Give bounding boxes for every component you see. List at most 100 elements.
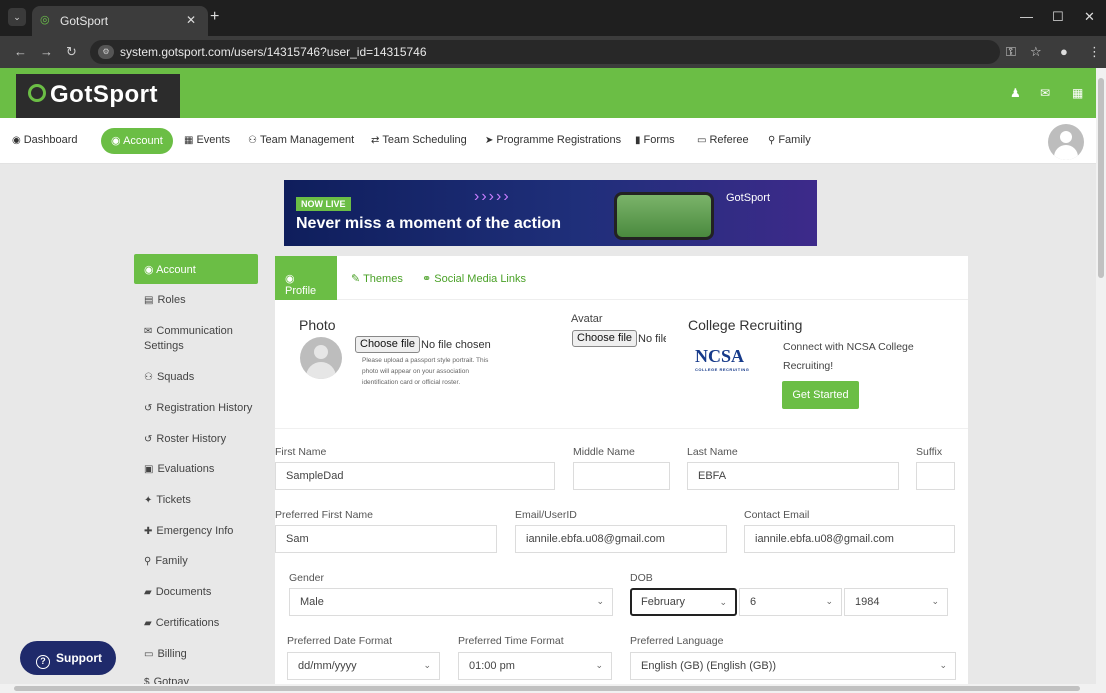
time-format-value: 01:00 pm: [469, 660, 515, 672]
avatar-choose-file-button[interactable]: Choose file: [572, 330, 638, 347]
sidebar-item-evaluations[interactable]: ▣ Evaluations: [144, 462, 214, 477]
file-icon: ▮: [635, 135, 641, 146]
email-input[interactable]: iannile.ebfa.u08@gmail.com: [515, 525, 727, 553]
gender-select[interactable]: Male ⌄: [289, 588, 613, 616]
banner-headline: Never miss a moment of the action: [296, 215, 561, 232]
tab-search-icon[interactable]: ⌄: [8, 8, 26, 26]
sidebar-item-emergency-info[interactable]: ✚ Emergency Info: [144, 524, 233, 539]
vertical-scroll-thumb[interactable]: [1098, 78, 1104, 278]
photo-placeholder: [300, 337, 342, 379]
close-tab-icon[interactable]: ✕: [186, 13, 196, 27]
banner-badge: NOW LIVE: [296, 197, 351, 211]
ncsa-logo: NCSA COLLEGE RECRUITING: [695, 346, 749, 372]
tab-profile[interactable]: ◉ Profile: [275, 256, 337, 300]
sidebar-item-registration-history[interactable]: ↺ Registration History: [144, 401, 252, 416]
date-format-select[interactable]: dd/mm/yyyy ⌄: [287, 652, 440, 680]
nav-dashboard[interactable]: ◉ Dashboard: [12, 134, 78, 146]
profile-icon[interactable]: ●: [1060, 44, 1068, 59]
family-tree-icon: ⚲: [144, 556, 152, 567]
contact-email-label: Contact Email: [744, 509, 810, 521]
back-icon[interactable]: ←: [14, 44, 27, 59]
new-tab-icon[interactable]: +: [210, 8, 219, 26]
middle-name-input[interactable]: [573, 462, 670, 490]
sidebar-item-communication[interactable]: ✉ Communication Settings: [144, 324, 254, 353]
nav-forms[interactable]: ▮ Forms: [635, 134, 675, 146]
nav-events[interactable]: ▦ Events: [184, 134, 230, 146]
maximize-icon[interactable]: ☐: [1052, 9, 1064, 25]
calendar-referee-icon: ▭: [697, 135, 707, 146]
photo-body: [306, 362, 336, 379]
user-avatar[interactable]: [1048, 124, 1084, 160]
chevron-down-icon: ⌄: [595, 660, 603, 670]
horizontal-scrollbar[interactable]: [0, 684, 1096, 693]
browser-menu-icon[interactable]: ⋮: [1088, 44, 1101, 60]
chevron-down-icon: ⌄: [596, 596, 604, 606]
photo-choose-file-button[interactable]: Choose file: [355, 336, 421, 353]
chevron-down-icon: ⌄: [939, 660, 947, 670]
tab-social-media-links[interactable]: ⚭ Social Media Links: [422, 272, 526, 285]
apps-grid-icon[interactable]: ▦: [1072, 86, 1083, 100]
browser-tab[interactable]: ◎ GotSport ✕: [32, 6, 208, 36]
horizontal-scroll-thumb[interactable]: [14, 686, 1080, 691]
sidebar-item-squads[interactable]: ⚇ Squads: [144, 370, 194, 385]
first-name-label: First Name: [275, 446, 327, 458]
nav-account[interactable]: ◉ Account: [101, 128, 173, 154]
sidebar-item-family[interactable]: ⚲ Family: [144, 554, 188, 569]
mail-icon[interactable]: ✉: [1040, 86, 1050, 100]
question-icon: ?: [36, 655, 50, 669]
nav-team-scheduling[interactable]: ⇄ Team Scheduling: [371, 134, 467, 146]
sidebar-item-certifications[interactable]: ▰ Certifications: [144, 616, 219, 631]
users-icon: ⚇: [144, 372, 153, 383]
minimize-icon[interactable]: —: [1020, 9, 1033, 24]
nav-team-management[interactable]: ⚇ Team Management: [248, 134, 354, 146]
sidebar-item-roles[interactable]: ▤ Roles: [144, 293, 186, 308]
chevron-down-icon: ⌄: [719, 597, 727, 607]
browser-tab-bar: ⌄ ◎ GotSport ✕ + — ☐ ✕: [0, 0, 1106, 36]
nav-referee[interactable]: ▭ Referee: [697, 134, 749, 146]
users-icon: ⚇: [248, 135, 257, 146]
link-icon: ⚭: [422, 273, 435, 285]
password-key-icon[interactable]: ⚿: [1006, 44, 1016, 60]
contact-email-input[interactable]: iannile.ebfa.u08@gmail.com: [744, 525, 955, 553]
language-select[interactable]: English (GB) (English (GB)) ⌄: [630, 652, 956, 680]
dob-day-select[interactable]: 6 ⌄: [739, 588, 842, 616]
close-window-icon[interactable]: ✕: [1084, 9, 1095, 25]
dob-year-select[interactable]: 1984 ⌄: [844, 588, 948, 616]
first-name-input[interactable]: SampleDad: [275, 462, 555, 490]
logo-text: GotSport: [50, 81, 158, 108]
time-format-select[interactable]: 01:00 pm ⌄: [458, 652, 612, 680]
gotsport-logo[interactable]: GotSport: [16, 74, 180, 118]
forward-icon[interactable]: →: [40, 44, 53, 59]
avatar-label: Avatar: [571, 313, 603, 325]
user-icon[interactable]: ♟: [1010, 86, 1021, 100]
avatar-head: [1060, 131, 1072, 143]
suffix-input[interactable]: [916, 462, 955, 490]
calendar-check-icon: ▣: [144, 464, 154, 475]
tab-themes[interactable]: ✎ Themes: [351, 272, 403, 285]
ncsa-logo-sub: COLLEGE RECRUITING: [695, 367, 750, 372]
sidebar-item-billing[interactable]: ▭ Billing: [144, 647, 187, 662]
vertical-scrollbar[interactable]: [1096, 68, 1106, 693]
last-name-label: Last Name: [687, 446, 738, 458]
main-nav: ◉ Dashboard ◉ Account ▦ Events ⚇ Team Manag…: [0, 118, 1096, 164]
banner-phone-image: [614, 192, 714, 240]
sidebar-item-account[interactable]: ◉ Account: [134, 254, 258, 284]
sidebar-item-documents[interactable]: ▰ Documents: [144, 585, 211, 600]
address-bar[interactable]: ⚙ system.gotsport.com/users/14315746?use…: [90, 40, 1000, 64]
date-format-value: dd/mm/yyyy: [298, 660, 357, 672]
site-info-icon[interactable]: ⚙: [98, 45, 114, 59]
dob-month-select[interactable]: February ⌄: [630, 588, 737, 616]
email-label: Email/UserID: [515, 509, 577, 521]
promo-banner[interactable]: NOW LIVE Never miss a moment of the acti…: [284, 180, 817, 246]
get-started-button[interactable]: Get Started: [782, 381, 859, 409]
sidebar-item-tickets[interactable]: ✦ Tickets: [144, 493, 191, 508]
bookmark-star-icon[interactable]: ☆: [1030, 44, 1042, 60]
nav-programme-registrations[interactable]: ➤ Programme Registrations: [485, 134, 621, 146]
last-name-input[interactable]: EBFA: [687, 462, 899, 490]
preferred-first-name-input[interactable]: Sam: [275, 525, 497, 553]
nav-family[interactable]: ⚲ Family: [768, 134, 811, 146]
sidebar-item-roster-history[interactable]: ↺ Roster History: [144, 432, 226, 447]
history-icon: ↺: [144, 403, 153, 414]
reload-icon[interactable]: ↻: [66, 44, 77, 60]
support-button[interactable]: ? Support: [20, 641, 116, 675]
